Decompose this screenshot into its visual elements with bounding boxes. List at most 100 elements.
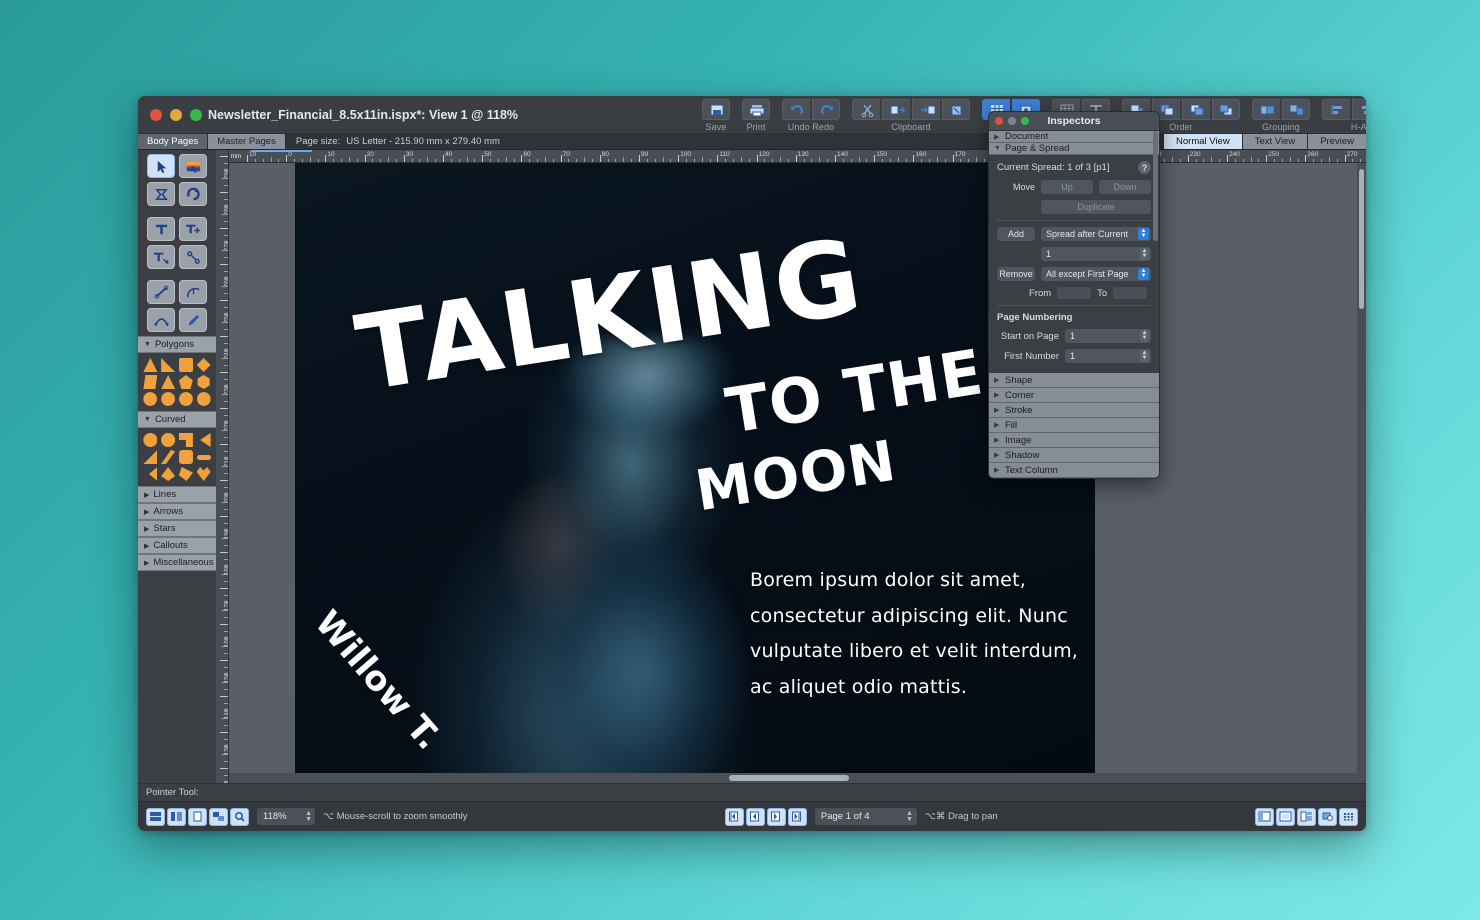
zoom-stepper-icon[interactable]: ▲ ▼ [305,810,312,823]
line-tool[interactable] [147,280,175,304]
tab-body-pages[interactable]: Body Pages [138,134,209,149]
ruler-unit-corner[interactable]: mm [229,150,243,162]
add-button[interactable]: Add [997,227,1035,241]
zoom-icon[interactable] [230,807,249,826]
inspector-section-shape[interactable]: ▶ Shape [989,373,1159,388]
palette-section-callouts[interactable]: ▶ Callouts [138,537,216,554]
shape-swatch[interactable] [178,433,193,447]
palette-section-polygons[interactable]: ▼ Polygons [138,336,216,353]
tab-master-pages[interactable]: Master Pages [208,134,286,149]
curve-tool[interactable] [147,308,175,332]
inspector-section-document[interactable]: ▶ Document [989,131,1159,143]
canvas-horizontal-scrollbar[interactable] [229,773,1366,783]
vertical-ruler[interactable]: 290 280 270 260 250 240 230 220 210 200 190 180 170 1… [216,150,229,783]
layers-icon[interactable] [1318,807,1338,826]
image-tool[interactable] [179,154,207,178]
palette-section-miscellaneous[interactable]: ▶ Miscellaneous [138,554,216,571]
inspector-section-page-spread[interactable]: ▼ Page & Spread [989,143,1159,155]
facing-pages-icon[interactable] [167,807,186,826]
shape-swatch[interactable] [161,467,176,481]
shape-swatch[interactable] [148,467,158,481]
horizontal-ruler[interactable]: mm 10 0 10 20 30 40 50 60 70 80 90 100 110 120 130 140 1… [229,150,1366,163]
single-page-icon[interactable] [146,807,165,826]
shape-swatch[interactable] [161,433,176,447]
inspector-section-stroke[interactable]: ▶ Stroke [989,403,1159,418]
arc-tool[interactable] [179,280,207,304]
shape-swatch[interactable] [178,392,193,406]
cut-icon[interactable] [852,99,880,120]
send-back-icon[interactable] [1212,99,1240,120]
first-page-icon[interactable] [724,807,744,826]
shape-swatch[interactable] [143,358,158,372]
zoom-level-input[interactable]: 118% ▲ ▼ [257,808,315,825]
layout-right-icon[interactable] [1297,807,1317,826]
shape-swatch[interactable] [196,392,211,406]
horizontal-scroll-thumb[interactable] [729,775,850,781]
shape-swatch[interactable] [143,433,158,447]
text-edit-tool[interactable] [147,245,175,269]
inspector-section-fill[interactable]: ▶ Fill [989,418,1159,433]
delete-icon[interactable] [942,99,970,120]
body-text-block[interactable]: Borem ipsum dolor sit amet, consectetur … [750,563,1080,706]
shape-swatch[interactable] [196,467,211,481]
add-position-select[interactable]: Spread after Current ▲ ▼ [1041,227,1151,241]
shape-swatch[interactable] [178,467,193,481]
align-left-icon[interactable] [1322,99,1350,120]
rotate-tool[interactable] [179,182,207,206]
page-selector[interactable]: Page 1 of 4 ▲ ▼ [814,808,917,825]
inspectors-scrollbar[interactable] [1153,131,1158,241]
next-page-icon[interactable] [766,807,786,826]
send-backward-icon[interactable] [1182,99,1210,120]
document-page[interactable]: TALKING TO THE MOON Willow T. Borem ipsu… [295,163,1095,783]
move-up-button[interactable]: Up [1041,180,1093,194]
inspector-section-shadow[interactable]: ▶ Shadow [989,448,1159,463]
shape-swatch[interactable] [197,375,210,389]
palette-section-curved[interactable]: ▼ Curved [138,411,216,428]
thumbnail-icon[interactable] [209,807,228,826]
layout-center-icon[interactable] [1276,807,1296,826]
ungroup-icon[interactable] [1282,99,1310,120]
shape-swatch[interactable] [178,375,193,389]
canvas-vertical-scrollbar[interactable] [1357,163,1366,773]
shape-swatch[interactable] [161,450,176,464]
move-down-button[interactable]: Down [1099,180,1151,194]
page-stepper-icon[interactable]: ▲ ▼ [906,810,913,823]
shape-swatch[interactable] [178,450,193,464]
close-button[interactable] [150,108,162,121]
shape-swatch[interactable] [161,358,176,372]
inspector-section-character[interactable]: ▶Character [989,478,1159,479]
save-icon[interactable] [702,99,730,120]
layout-left-icon[interactable] [1255,807,1275,826]
palette-section-arrows[interactable]: ▶ Arrows [138,503,216,520]
shape-swatch[interactable] [143,375,158,389]
tab-text-view[interactable]: Text View [1241,134,1308,149]
pencil-tool[interactable] [179,308,207,332]
maximize-button[interactable] [190,108,202,121]
shape-swatch[interactable] [143,392,158,406]
shape-swatch[interactable] [196,455,211,460]
shape-swatch[interactable] [143,450,158,464]
redo-icon[interactable] [812,99,840,120]
first-number-input[interactable]: 1 ▲ ▼ [1065,349,1151,363]
vertical-scroll-thumb[interactable] [1359,169,1364,309]
minimize-button[interactable] [170,108,182,121]
print-icon[interactable] [742,99,770,120]
duplicate-button[interactable]: Duplicate [1041,200,1151,214]
from-input[interactable] [1057,287,1092,299]
undo-icon[interactable] [782,99,810,120]
shape-swatch[interactable] [200,433,211,447]
grid-view-icon[interactable] [1339,807,1359,826]
pointer-tool[interactable] [147,154,175,178]
palette-section-lines[interactable]: ▶ Lines [138,486,216,503]
previous-page-icon[interactable] [745,807,765,826]
remove-scope-select[interactable]: All except First Page ▲ ▼ [1041,267,1151,281]
paste-icon[interactable] [912,99,940,120]
canvas-viewport[interactable]: TALKING TO THE MOON Willow T. Borem ipsu… [229,163,1366,783]
text-tool[interactable] [147,217,175,241]
shape-swatch[interactable] [196,358,211,372]
shape-swatch[interactable] [178,358,193,372]
tab-preview[interactable]: Preview [1307,134,1366,149]
to-input[interactable] [1113,287,1148,299]
connector-tool[interactable] [179,245,207,269]
start-on-page-input[interactable]: 1 ▲ ▼ [1065,329,1151,343]
